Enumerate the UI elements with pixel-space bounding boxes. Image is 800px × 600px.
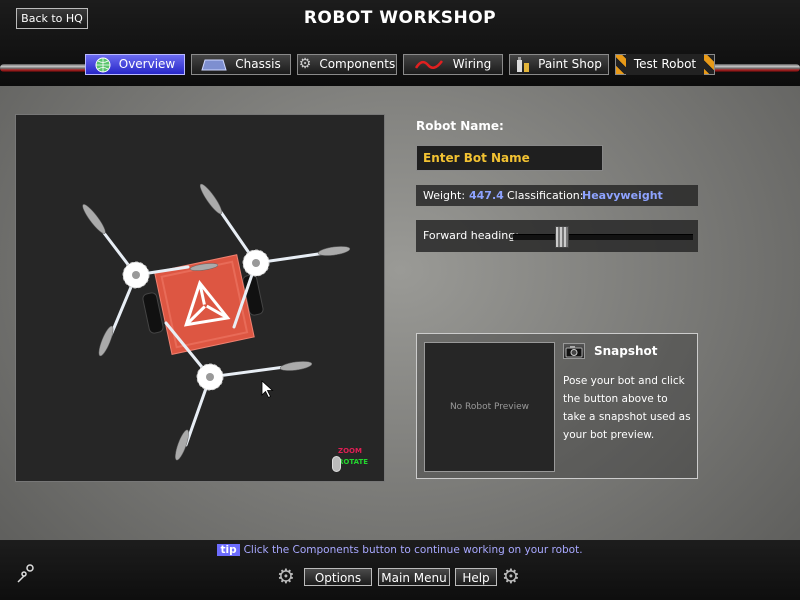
snapshot-panel: No Robot Preview Snapshot Pose your bot … xyxy=(416,333,698,479)
classification-value: Heavyweight xyxy=(582,189,663,202)
cable-decoration-left xyxy=(0,64,92,72)
page-title: ROBOT WORKSHOP xyxy=(303,8,497,28)
tab-test-robot[interactable]: Test Robot xyxy=(615,54,715,75)
robot-preview-box: No Robot Preview xyxy=(424,342,555,472)
robot-logo-icon xyxy=(17,564,34,583)
stats-panel: Weight: 447.4 Classification: Heavyweigh… xyxy=(416,185,698,206)
mouse-icon xyxy=(332,456,341,472)
classification-label: Classification: xyxy=(507,189,584,202)
paint-icon xyxy=(517,56,530,72)
robot-name-label: Robot Name: xyxy=(416,119,504,133)
camera-icon xyxy=(565,346,583,358)
snapshot-button[interactable] xyxy=(563,343,585,359)
weight-value: 447.4 xyxy=(469,189,504,202)
tip-text: Click the Components button to continue … xyxy=(243,544,583,556)
forward-heading-panel: Forward heading: xyxy=(416,220,698,252)
tab-overview[interactable]: Overview xyxy=(85,54,185,75)
heading-slider-thumb[interactable] xyxy=(554,226,569,248)
rotate-legend: ROTATE xyxy=(338,458,369,466)
robot-3d-viewport[interactable] xyxy=(15,114,385,482)
tab-label: Chassis xyxy=(235,57,281,71)
snapshot-title: Snapshot xyxy=(594,344,658,358)
tab-wiring[interactable]: Wiring xyxy=(403,54,503,75)
robot-model xyxy=(82,183,351,461)
tip-tag: tip xyxy=(217,544,240,556)
tab-label: Paint Shop xyxy=(538,57,602,71)
heading-slider-track[interactable] xyxy=(513,234,693,240)
tab-label: Test Robot xyxy=(625,54,705,75)
tab-components[interactable]: ⚙ Components xyxy=(297,54,397,75)
options-button[interactable]: Options xyxy=(304,568,372,586)
robot-name-input[interactable] xyxy=(416,145,603,171)
tab-paint-shop[interactable]: Paint Shop xyxy=(509,54,609,75)
tab-label: Overview xyxy=(118,57,176,71)
tab-label: Wiring xyxy=(452,57,492,71)
globe-icon xyxy=(95,57,111,72)
wire-icon xyxy=(414,59,443,69)
gear-icon: ⚙ xyxy=(298,56,312,72)
cable-decoration-right xyxy=(710,64,800,72)
zoom-legend: ZOOM xyxy=(338,447,362,455)
tab-chassis[interactable]: Chassis xyxy=(191,54,291,75)
tab-label: Components xyxy=(319,57,396,71)
main-menu-button[interactable]: Main Menu xyxy=(378,568,450,586)
snapshot-description: Pose your bot and click the button above… xyxy=(563,375,691,441)
forward-heading-label: Forward heading: xyxy=(423,229,519,242)
gear-icon: ⚙ xyxy=(502,564,520,588)
gear-icon: ⚙ xyxy=(277,564,295,588)
help-button[interactable]: Help xyxy=(455,568,497,586)
weight-label: Weight: xyxy=(423,189,466,202)
chassis-icon xyxy=(201,59,227,70)
tip-bar: tip Click the Components button to contin… xyxy=(0,544,800,556)
